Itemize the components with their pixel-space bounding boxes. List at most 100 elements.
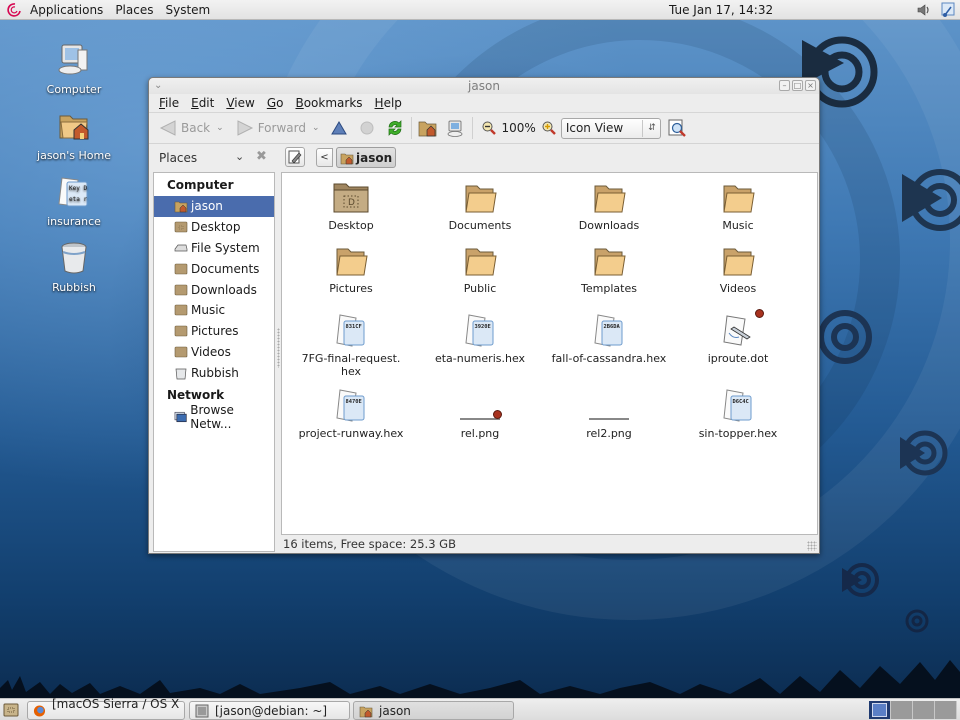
sidebar-item-pictures[interactable]: Pictures	[154, 321, 274, 342]
file-name: Downloads	[578, 219, 640, 232]
file-name: 7FG-final-request. hex	[301, 352, 401, 378]
sidebar-item-music[interactable]: Music	[154, 300, 274, 321]
menu-file[interactable]: File	[153, 94, 185, 113]
menu-help[interactable]: Help	[369, 94, 408, 113]
search-button[interactable]	[667, 118, 687, 138]
window-resize-grip[interactable]	[807, 541, 817, 551]
menu-go[interactable]: Go	[261, 94, 290, 113]
folder-icon	[460, 180, 500, 216]
folder-icon	[718, 243, 758, 279]
clock[interactable]: Tue Jan 17, 14:32	[669, 0, 773, 20]
file-icon-view[interactable]: D Desktop Documents Downloads Music Pictures P…	[281, 172, 818, 535]
window-menu-icon[interactable]: ⌄	[154, 78, 162, 94]
wallpaper-logo	[902, 169, 960, 231]
file-item[interactable]: 831CF 7FG-final-request. hex	[291, 313, 411, 378]
bottom-panel: [macOS Sierra / OS X ... [jason@debian: …	[0, 697, 960, 720]
zoom-out-button[interactable]	[479, 118, 499, 138]
places-sidebar: Computer jason Desktop File System Docum…	[153, 172, 275, 552]
computer-button[interactable]	[446, 118, 466, 138]
file-item[interactable]: 3920E eta-numeris.hex	[420, 313, 540, 365]
desktop-icon-insurance[interactable]: Key D eta r insurance	[34, 174, 114, 228]
wallpaper-grass	[0, 660, 960, 698]
file-item[interactable]: Pictures	[291, 243, 411, 295]
applications-menu[interactable]: Applications	[24, 0, 109, 20]
file-item[interactable]: rel.png	[420, 388, 540, 440]
back-history-dropdown[interactable]: ⌄	[216, 123, 224, 133]
folder-icon	[174, 325, 188, 337]
reload-icon	[388, 120, 401, 136]
taskbar-item-file-manager[interactable]: jason	[353, 701, 514, 720]
desktop-icon-label: jason's Home	[37, 149, 111, 162]
minimize-button[interactable]: –	[779, 80, 790, 91]
desktop-icon-home[interactable]: jason's Home	[34, 108, 114, 162]
file-item[interactable]: Music	[678, 180, 798, 232]
forward-history-dropdown[interactable]: ⌄	[312, 123, 320, 133]
sidebar-item-file-system[interactable]: File System	[154, 238, 274, 259]
zoom-in-button[interactable]	[539, 118, 559, 138]
breadcrumb-jason[interactable]: jason	[336, 147, 397, 168]
zoom-level[interactable]: 100%	[502, 121, 536, 135]
reload-button[interactable]	[385, 118, 405, 138]
sidebar-item-documents[interactable]: Documents	[154, 258, 274, 279]
svg-text:8470E: 8470E	[346, 399, 362, 405]
desktop-icon-rubbish[interactable]: Rubbish	[34, 240, 114, 294]
view-mode-select[interactable]: Icon View ⇵	[560, 117, 661, 139]
back-button[interactable]: Back ⌄	[156, 116, 227, 140]
sidebar-item-jason[interactable]: jason	[154, 196, 274, 217]
menu-bookmarks[interactable]: Bookmarks	[289, 94, 368, 113]
close-sidebar-icon[interactable]: ✖	[256, 149, 267, 164]
sidebar-item-videos[interactable]: Videos	[154, 342, 274, 363]
folder-icon	[174, 284, 188, 295]
file-item[interactable]: Videos	[678, 243, 798, 295]
pane-resize-handle[interactable]	[277, 328, 280, 368]
forward-button[interactable]: Forward ⌄	[233, 116, 323, 140]
file-item[interactable]: rel2.png	[549, 388, 669, 440]
file-item[interactable]: Downloads	[549, 180, 669, 232]
desktop-icon-label: Rubbish	[52, 281, 96, 294]
workspace-2[interactable]	[891, 701, 913, 719]
file-item[interactable]: Public	[420, 243, 540, 295]
home-button[interactable]	[418, 118, 438, 138]
sidebar-item-browse-network[interactable]: Browse Netw...	[154, 403, 274, 431]
location-bar: Places ⌄ ✖ < jason	[149, 144, 819, 172]
sidebar-type-dropdown-icon[interactable]: ⌄	[235, 150, 244, 163]
desktop-icon-computer[interactable]: Computer	[34, 42, 114, 96]
sidebar-type-label[interactable]: Places	[159, 151, 197, 165]
taskbar-item-terminal[interactable]: [jason@debian: ~]	[189, 701, 350, 720]
menu-view[interactable]: View	[220, 94, 260, 113]
hex-file-icon: 831CF	[331, 313, 371, 349]
maximize-button[interactable]: □	[792, 80, 803, 91]
up-button[interactable]	[329, 118, 349, 138]
menubar: File Edit View Go Bookmarks Help	[149, 94, 819, 113]
sidebar-item-rubbish[interactable]: Rubbish	[154, 362, 274, 383]
file-item[interactable]: Documents	[420, 180, 540, 232]
network-icon[interactable]	[940, 2, 956, 18]
debian-logo-icon[interactable]	[6, 2, 22, 18]
toggle-location-entry-button[interactable]	[285, 147, 305, 167]
taskbar-item-firefox[interactable]: [macOS Sierra / OS X ...	[27, 697, 185, 720]
close-button[interactable]: ×	[805, 80, 816, 91]
file-name: rel2.png	[586, 427, 632, 440]
stop-button[interactable]	[357, 118, 377, 138]
file-item[interactable]: D Desktop	[291, 180, 411, 232]
menu-edit[interactable]: Edit	[185, 94, 220, 113]
places-menu[interactable]: Places	[109, 0, 159, 20]
file-item[interactable]: D6C4C sin-topper.hex	[678, 388, 798, 440]
sidebar-item-downloads[interactable]: Downloads	[154, 279, 274, 300]
file-item[interactable]: 2B6DA fall-of-cassandra.hex	[549, 313, 669, 365]
home-icon	[174, 202, 188, 213]
trash-icon	[175, 368, 187, 380]
volume-icon[interactable]	[916, 2, 932, 18]
file-item[interactable]: Templates	[549, 243, 669, 295]
workspace-1[interactable]	[869, 701, 891, 719]
show-desktop-icon[interactable]	[3, 702, 19, 718]
breadcrumb-scroll-left[interactable]: <	[316, 148, 333, 167]
sidebar-item-desktop[interactable]: Desktop	[154, 217, 274, 238]
file-item[interactable]: iproute.dot	[678, 309, 798, 365]
workspace-4[interactable]	[935, 701, 957, 719]
drive-icon	[174, 244, 188, 252]
file-item[interactable]: 8470E project-runway.hex	[291, 388, 411, 440]
window-titlebar[interactable]: ⌄ jason – □ ×	[149, 78, 819, 94]
system-menu[interactable]: System	[159, 0, 216, 20]
workspace-3[interactable]	[913, 701, 935, 719]
